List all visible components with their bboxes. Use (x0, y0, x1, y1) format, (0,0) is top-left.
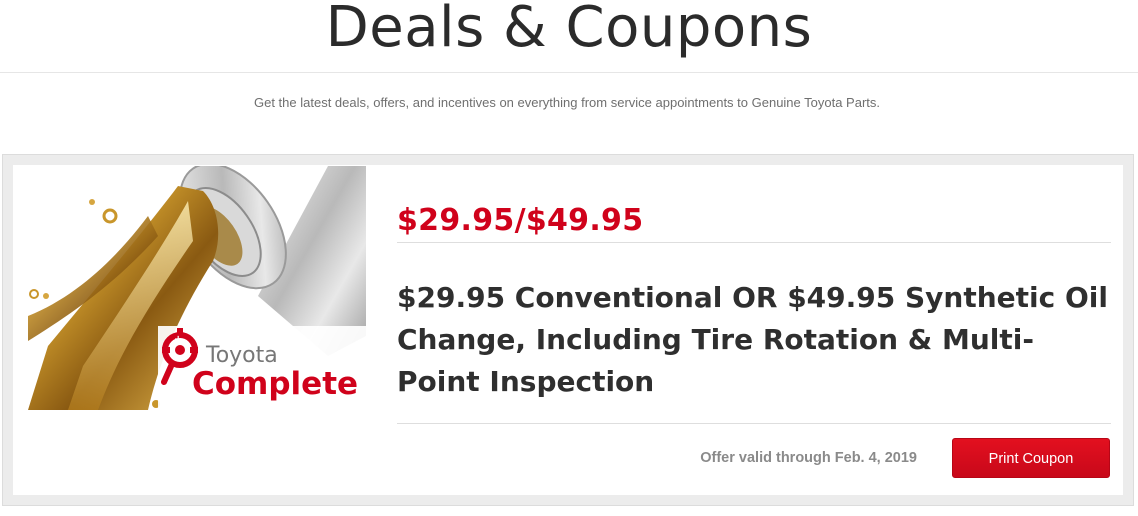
logo-brand-bottom: Complete (192, 366, 358, 402)
title-divider (0, 72, 1138, 73)
offer-validity: Offer valid through Feb. 4, 2019 (700, 450, 917, 466)
coupon-image: + Toyota Complete (28, 166, 366, 410)
logo-brand-top: Toyota (205, 343, 278, 368)
svg-text:+: + (174, 334, 182, 345)
coupon-title: $29.95 Conventional OR $49.95 Synthetic … (397, 281, 1108, 398)
coupon-price: $29.95/$49.95 (397, 203, 644, 238)
details-divider (397, 423, 1111, 424)
coupon-card: + Toyota Complete $29.95/$49.95 $29.95 C… (13, 165, 1123, 495)
oil-pour-illustration: + Toyota Complete (28, 166, 366, 410)
coupon-container: + Toyota Complete $29.95/$49.95 $29.95 C… (2, 154, 1134, 506)
price-divider (397, 242, 1111, 243)
page-subtitle: Get the latest deals, offers, and incent… (253, 95, 881, 110)
page-title: Deals & Coupons (325, 0, 813, 60)
print-coupon-button[interactable]: Print Coupon (952, 438, 1110, 478)
